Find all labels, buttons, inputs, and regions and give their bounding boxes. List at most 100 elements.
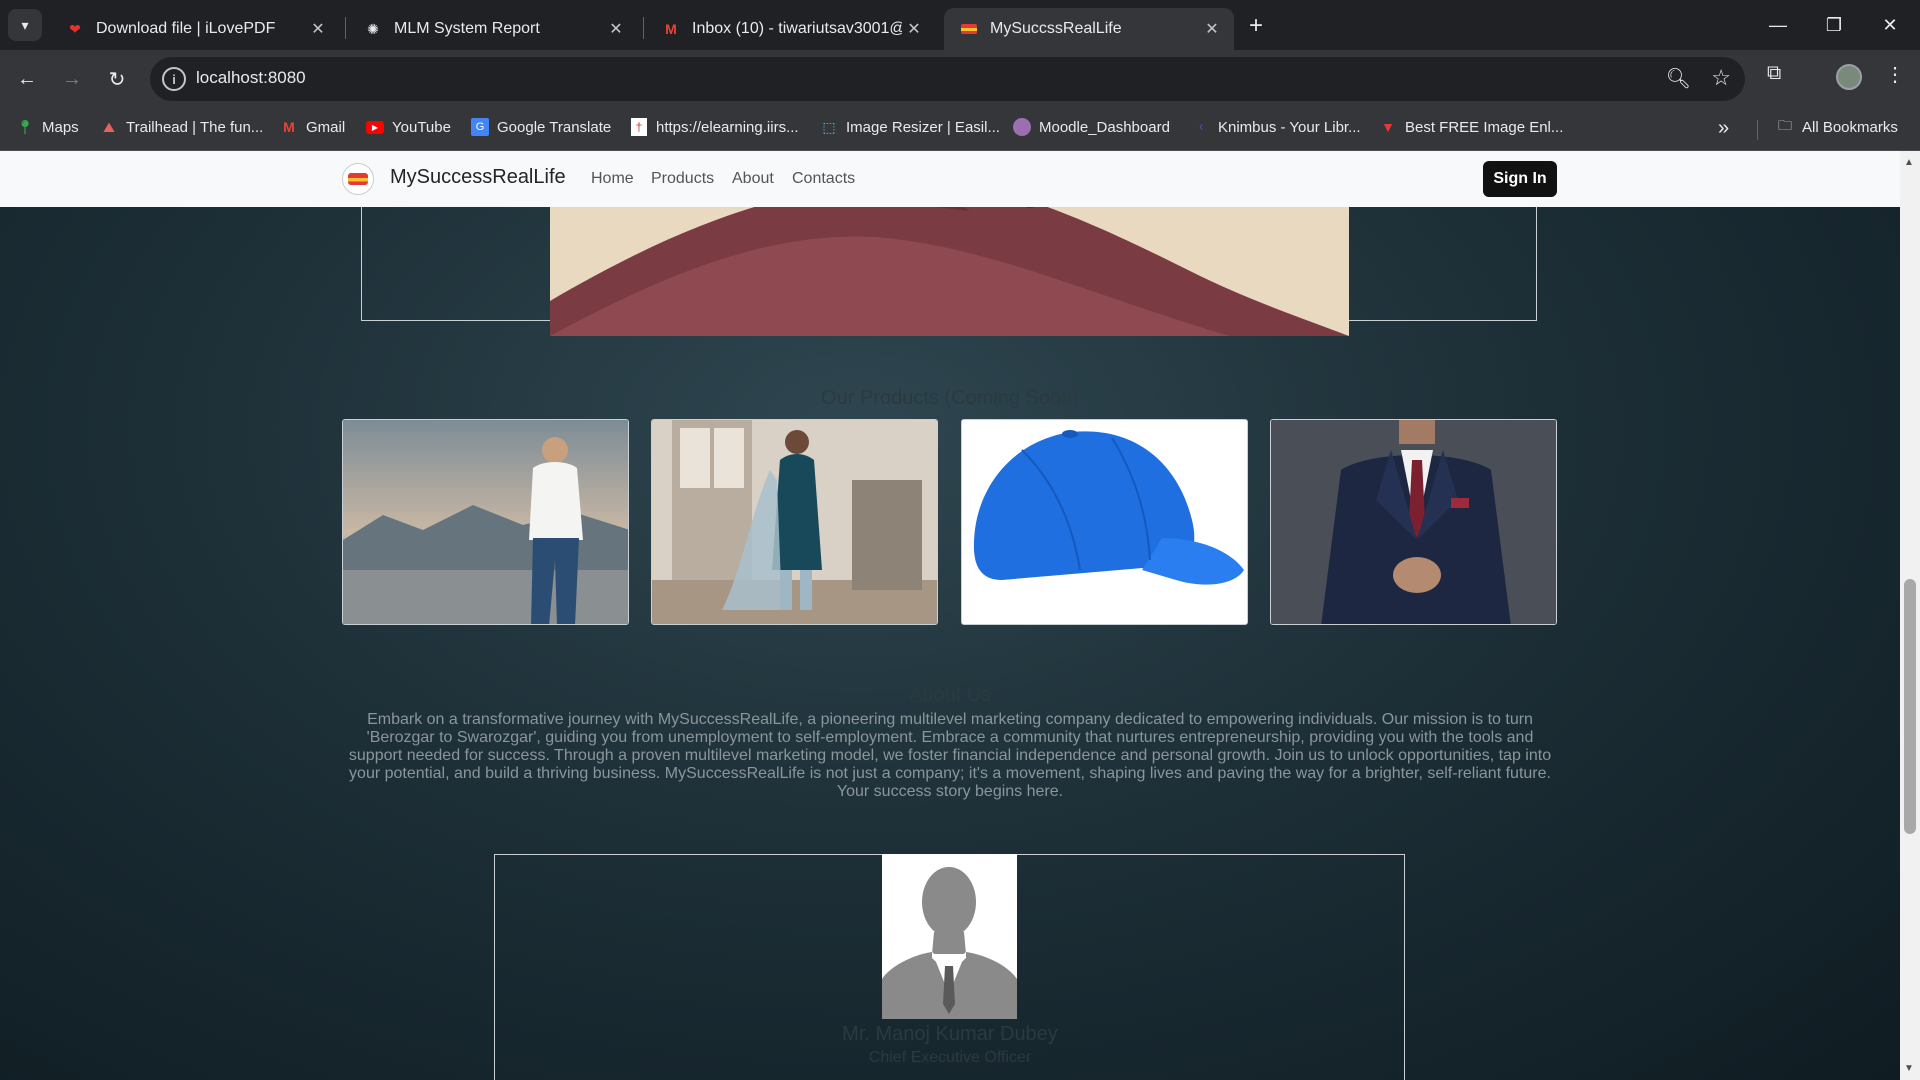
page-scrollbar[interactable]: ▲ ▼	[1900, 151, 1920, 1080]
bookmark-label: Trailhead | The fun...	[126, 118, 264, 136]
close-icon[interactable]: ✕	[306, 17, 330, 41]
minimize-button[interactable]: —	[1750, 0, 1806, 50]
trailhead-icon: ⛰	[103, 118, 115, 135]
nav-link-contacts[interactable]: Contacts	[792, 170, 855, 188]
close-icon[interactable]: ✕	[1200, 17, 1224, 41]
back-button[interactable]: ←	[10, 62, 44, 96]
product-card-man-shirt[interactable]	[342, 419, 629, 625]
plus-icon: +	[1248, 12, 1263, 39]
tab-mysuccessreallife[interactable]: MySuccssRealLife ✕	[944, 8, 1234, 50]
all-bookmarks-folder[interactable]: 🗀 All Bookmarks	[1776, 117, 1898, 136]
scrollbar-thumb[interactable]	[1904, 579, 1916, 834]
chatgpt-icon: ✺	[367, 20, 379, 37]
chevron-down-icon: ▾	[21, 16, 29, 33]
site-navbar: MySuccessRealLife Home Products About Co…	[0, 151, 1900, 207]
brand-name[interactable]: MySuccessRealLife	[390, 166, 566, 189]
product-image	[1271, 420, 1556, 624]
nav-link-products[interactable]: Products	[651, 170, 714, 188]
bookmark-label: Image Resizer | Easil...	[846, 118, 1000, 136]
enlarger-icon: ▼	[1381, 119, 1395, 135]
bookmark-star-icon[interactable]: ☆	[1711, 65, 1731, 91]
restore-button[interactable]: ❐	[1806, 0, 1862, 50]
bookmark-trailhead[interactable]: ⛰ Trailhead | The fun...	[100, 118, 263, 136]
product-image	[652, 420, 937, 624]
sign-in-button[interactable]: Sign In	[1483, 161, 1557, 197]
iirs-icon: †	[630, 118, 648, 136]
tab-ilovepdf[interactable]: ❤ Download file | iLovePDF ✕	[50, 8, 340, 50]
bookmark-gmail[interactable]: M Gmail	[280, 118, 345, 136]
folder-icon: 🗀	[1778, 117, 1792, 133]
bookmark-maps[interactable]: 📍︎ Maps	[16, 118, 79, 136]
translate-icon: G	[471, 118, 489, 136]
url-text[interactable]: localhost:8080	[196, 68, 306, 88]
reload-icon: ↻	[108, 68, 126, 91]
bookmark-knimbus[interactable]: ᚲ Knimbus - Your Libr...	[1192, 118, 1361, 136]
bookmark-label: Gmail	[306, 118, 346, 136]
product-card-blue-cap[interactable]	[961, 419, 1248, 625]
menu-kebab-icon[interactable]: ⋮	[1885, 62, 1905, 87]
bookmark-moodle[interactable]: Moodle_Dashboard	[1013, 118, 1170, 136]
tab-divider	[345, 17, 346, 39]
bookmark-label: Best FREE Image Enl...	[1405, 118, 1564, 136]
all-bookmarks-label: All Bookmarks	[1802, 118, 1898, 136]
chevron-double-right-icon[interactable]: »	[1718, 117, 1729, 140]
tab-divider	[643, 17, 644, 39]
bookmark-label: YouTube	[392, 118, 451, 136]
tab-gmail-inbox[interactable]: M Inbox (10) - tiwariutsav3001@g ✕	[646, 8, 936, 50]
team-member-avatar	[882, 854, 1017, 1019]
product-image	[962, 420, 1247, 624]
scroll-up-icon[interactable]: ▲	[1904, 157, 1914, 168]
scroll-down-icon[interactable]: ▼	[1904, 1063, 1914, 1074]
bookmark-label: Maps	[42, 118, 79, 136]
close-icon[interactable]: ✕	[902, 17, 926, 41]
site-favicon	[960, 20, 978, 38]
knimbus-icon: ᚲ	[1196, 119, 1206, 135]
product-card-man-suit[interactable]	[1270, 419, 1557, 625]
tab-title: Inbox (10) - tiwariutsav3001@g	[692, 20, 902, 37]
tab-title: MySuccssRealLife	[990, 20, 1122, 37]
gmail-icon: M	[665, 21, 677, 37]
bookmark-youtube[interactable]: ▶ YouTube	[366, 118, 451, 136]
moodle-icon	[1013, 118, 1031, 136]
bookmark-image-enlarger[interactable]: ▼ Best FREE Image Enl...	[1379, 118, 1563, 136]
nav-link-home[interactable]: Home	[591, 170, 634, 188]
zoom-icon[interactable]: 🔍︎	[1666, 66, 1691, 91]
page-viewport: MySuccessRealLife Home Products About Co…	[0, 151, 1900, 1080]
bookmark-label: Google Translate	[497, 118, 612, 136]
site-info-icon[interactable]: i	[162, 67, 186, 91]
tab-mlm-report[interactable]: ✺ MLM System Report ✕	[348, 8, 638, 50]
team-member-name: Mr. Manoj Kumar Dubey	[842, 1023, 1058, 1045]
arrow-right-icon: →	[62, 67, 82, 90]
browser-toolbar: ← → ↻ i localhost:8080 🔍︎ ☆	[0, 50, 1920, 108]
close-icon: ✕	[1882, 14, 1898, 35]
extensions-icon[interactable]: ⧉	[1767, 62, 1781, 85]
address-bar[interactable]: i localhost:8080 🔍︎ ☆	[150, 57, 1745, 101]
gmail-icon: M	[283, 119, 295, 135]
bookmark-label: https://elearning.iirs...	[656, 118, 799, 136]
team-member-role: Chief Executive Officer	[868, 1049, 1032, 1066]
product-card-woman-kurta[interactable]	[651, 419, 938, 625]
tab-title: Download file | iLovePDF	[96, 20, 276, 37]
bookmark-label: Knimbus - Your Libr...	[1218, 118, 1361, 136]
bookmark-elearning[interactable]: † https://elearning.iirs...	[630, 118, 799, 136]
about-section-title: About Us	[908, 684, 992, 706]
reload-button[interactable]: ↻	[100, 62, 134, 96]
bookmark-divider	[1757, 120, 1758, 140]
bookmark-image-resizer[interactable]: ⬚ Image Resizer | Easil...	[820, 118, 1000, 136]
close-icon[interactable]: ✕	[604, 17, 628, 41]
close-window-button[interactable]: ✕	[1862, 0, 1918, 50]
maps-pin-icon: 📍︎	[16, 118, 34, 135]
minimize-icon: —	[1769, 14, 1787, 35]
ilovepdf-heart-icon: ❤	[69, 20, 81, 37]
bookmarks-bar: 📍︎ Maps ⛰ Trailhead | The fun... M Gmail…	[0, 108, 1920, 151]
bookmark-label: Moodle_Dashboard	[1039, 118, 1170, 136]
tab-title: MLM System Report	[394, 20, 540, 37]
tab-search-button[interactable]: ▾	[8, 9, 42, 41]
nav-link-about[interactable]: About	[732, 170, 774, 188]
brand-logo[interactable]	[342, 163, 374, 195]
restore-icon: ❐	[1825, 14, 1843, 35]
bookmark-google-translate[interactable]: G Google Translate	[471, 118, 611, 136]
profile-avatar[interactable]	[1836, 64, 1862, 90]
new-tab-button[interactable]: +	[1242, 12, 1270, 40]
forward-button[interactable]: →	[55, 62, 89, 96]
